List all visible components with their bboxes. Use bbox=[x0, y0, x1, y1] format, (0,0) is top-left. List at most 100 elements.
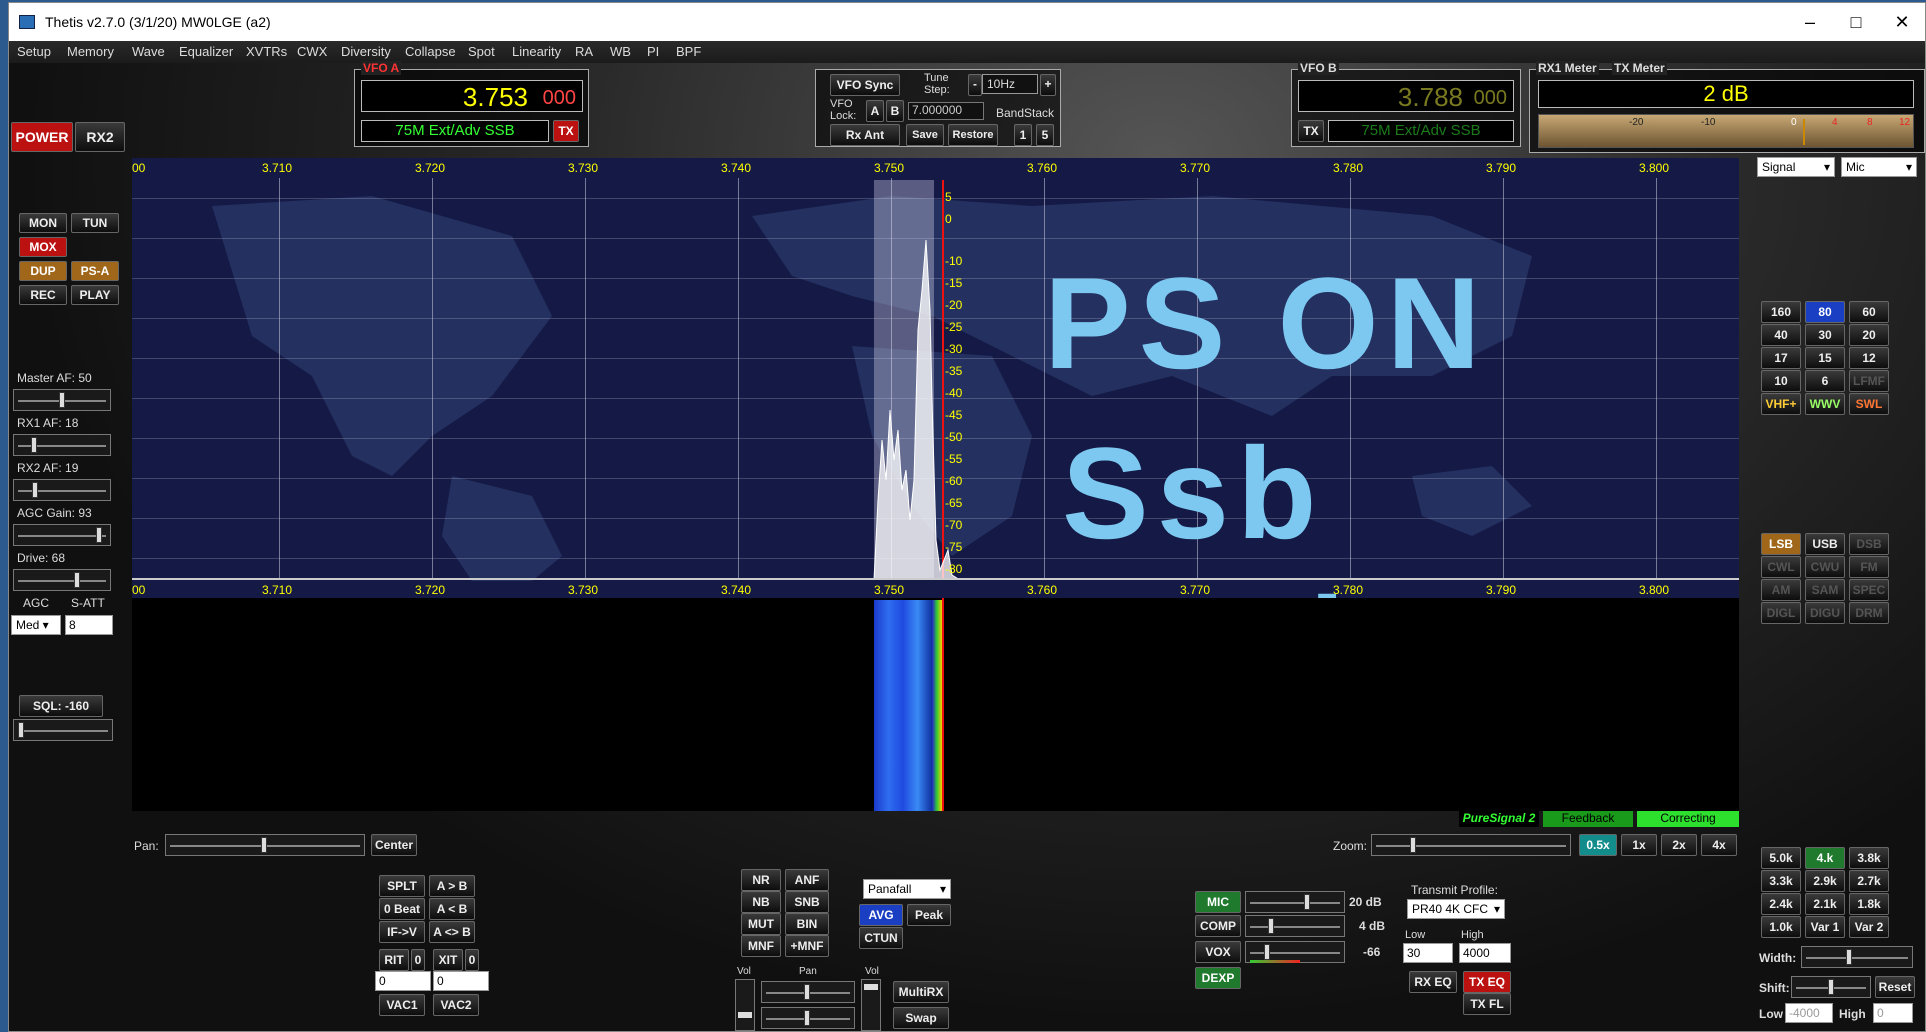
master-af-thumb[interactable] bbox=[59, 392, 65, 408]
rx1-vol-slider[interactable] bbox=[735, 979, 755, 1031]
zero-beat-button[interactable]: 0 Beat bbox=[379, 898, 425, 920]
mode-usb-button[interactable]: USB bbox=[1805, 533, 1845, 555]
mode-digu-button[interactable]: DIGU bbox=[1805, 602, 1845, 624]
width-thumb[interactable] bbox=[1846, 949, 1852, 965]
vox-button[interactable]: VOX bbox=[1195, 941, 1241, 963]
zoom-1x-button[interactable]: 1x bbox=[1621, 834, 1657, 856]
vfo-sync-button[interactable]: VFO Sync bbox=[830, 74, 900, 96]
master-af-slider[interactable] bbox=[13, 389, 111, 411]
rx2-vol-thumb[interactable] bbox=[864, 984, 878, 990]
mode-fm-button[interactable]: FM bbox=[1849, 556, 1889, 578]
close-icon[interactable]: ✕ bbox=[1879, 3, 1925, 41]
lock-b-button[interactable]: B bbox=[886, 100, 904, 122]
shift-thumb[interactable] bbox=[1828, 979, 1834, 995]
vfo-b-tx-button[interactable]: TX bbox=[1298, 120, 1324, 142]
vox-slider[interactable] bbox=[1245, 941, 1345, 963]
bandstack-5-button[interactable]: 5 bbox=[1036, 124, 1054, 146]
vac2-button[interactable]: VAC2 bbox=[433, 994, 479, 1016]
rx2-pan-slider[interactable] bbox=[761, 1007, 855, 1029]
band-6-button[interactable]: 6 bbox=[1805, 370, 1845, 392]
vox-thumb[interactable] bbox=[1264, 944, 1270, 960]
rx2-vol-slider[interactable] bbox=[861, 979, 881, 1031]
filter-5k-button[interactable]: 5.0k bbox=[1761, 847, 1801, 869]
mode-cwu-button[interactable]: CWU bbox=[1805, 556, 1845, 578]
plus-mnf-button[interactable]: +MNF bbox=[785, 935, 829, 957]
step-up-button[interactable]: + bbox=[1040, 74, 1056, 96]
zoom-05x-button[interactable]: 0.5x bbox=[1579, 834, 1617, 856]
nr-button[interactable]: NR bbox=[741, 869, 781, 891]
sql-thumb[interactable] bbox=[18, 722, 24, 738]
filter-var2-button[interactable]: Var 2 bbox=[1849, 916, 1889, 938]
mox-button[interactable]: MOX bbox=[19, 237, 67, 257]
bandstack-1-button[interactable]: 1 bbox=[1014, 124, 1032, 146]
step-down-button[interactable]: - bbox=[968, 74, 982, 96]
vfo-a-display[interactable]: 3.753 000 bbox=[361, 80, 583, 112]
band-30-button[interactable]: 30 bbox=[1805, 324, 1845, 346]
dexp-button[interactable]: DEXP bbox=[1195, 967, 1241, 989]
tun-button[interactable]: TUN bbox=[71, 213, 119, 233]
minimize-icon[interactable]: – bbox=[1787, 3, 1833, 41]
drive-slider[interactable] bbox=[13, 569, 111, 591]
menu-linearity[interactable]: Linearity bbox=[512, 44, 561, 59]
mode-dsb-button[interactable]: DSB bbox=[1849, 533, 1889, 555]
panadapter[interactable]: 00 3.710 3.720 3.730 3.740 3.750 3.760 3… bbox=[132, 158, 1739, 598]
rit-button[interactable]: RIT bbox=[379, 949, 409, 971]
filter-low-spinner[interactable]: -4000 bbox=[1785, 1003, 1833, 1023]
band-15-button[interactable]: 15 bbox=[1805, 347, 1845, 369]
lock-freq-field[interactable]: 7.000000 bbox=[908, 102, 984, 120]
filter-29k-button[interactable]: 2.9k bbox=[1805, 870, 1845, 892]
mode-am-button[interactable]: AM bbox=[1761, 579, 1801, 601]
mon-button[interactable]: MON bbox=[19, 213, 67, 233]
avg-button[interactable]: AVG bbox=[859, 904, 903, 926]
shift-reset-button[interactable]: Reset bbox=[1875, 976, 1915, 998]
menu-diversity[interactable]: Diversity bbox=[341, 44, 391, 59]
rx1-af-thumb[interactable] bbox=[31, 437, 38, 453]
mic-button[interactable]: MIC bbox=[1195, 891, 1241, 913]
xit-button[interactable]: XIT bbox=[433, 949, 463, 971]
ctun-button[interactable]: CTUN bbox=[859, 927, 903, 949]
menu-xvtrs[interactable]: XVTRs bbox=[246, 44, 287, 59]
maximize-icon[interactable]: □ bbox=[1833, 3, 1879, 41]
width-slider[interactable] bbox=[1801, 946, 1913, 968]
tx-eq-button[interactable]: TX EQ bbox=[1463, 971, 1511, 993]
sql-button[interactable]: SQL: -160 bbox=[19, 695, 103, 717]
split-button[interactable]: SPLT bbox=[379, 875, 425, 897]
menu-spot[interactable]: Spot bbox=[468, 44, 495, 59]
anf-button[interactable]: ANF bbox=[785, 869, 829, 891]
menu-equalizer[interactable]: Equalizer bbox=[179, 44, 233, 59]
shift-slider[interactable] bbox=[1791, 976, 1871, 998]
menu-setup[interactable]: Setup bbox=[17, 44, 51, 59]
peak-button[interactable]: Peak bbox=[907, 904, 951, 926]
sql-slider[interactable] bbox=[13, 719, 113, 741]
nb-button[interactable]: NB bbox=[741, 891, 781, 913]
rx2-af-thumb[interactable] bbox=[32, 482, 39, 498]
display-mode-select[interactable]: Panafall ▾ bbox=[863, 879, 951, 899]
transmit-profile-select[interactable]: PR40 4K CFC ▾ bbox=[1407, 899, 1505, 919]
filter-4k-button[interactable]: 4.k bbox=[1805, 847, 1845, 869]
tx-fl-button[interactable]: TX FL bbox=[1463, 993, 1511, 1015]
tx-low-spinner[interactable]: 30 bbox=[1403, 943, 1453, 963]
vfo-a-tx-button[interactable]: TX bbox=[553, 120, 579, 142]
save-button[interactable]: Save bbox=[906, 124, 944, 146]
waterfall[interactable] bbox=[132, 598, 1739, 811]
tx-high-spinner[interactable]: 4000 bbox=[1459, 943, 1511, 963]
menu-wave[interactable]: Wave bbox=[132, 44, 165, 59]
menu-pi[interactable]: PI bbox=[647, 44, 659, 59]
meter-signal-select[interactable]: Signal ▾ bbox=[1757, 157, 1835, 177]
menu-collapse[interactable]: Collapse bbox=[405, 44, 456, 59]
xit-clear-button[interactable]: 0 bbox=[465, 949, 479, 971]
menu-ra[interactable]: RA bbox=[575, 44, 593, 59]
if-to-v-button[interactable]: IF->V bbox=[379, 921, 425, 943]
restore-button[interactable]: Restore bbox=[948, 124, 998, 146]
xit-spinner[interactable]: 0 bbox=[433, 971, 489, 991]
lock-a-button[interactable]: A bbox=[866, 100, 884, 122]
mnf-button[interactable]: MNF bbox=[741, 935, 781, 957]
center-button[interactable]: Center bbox=[371, 834, 417, 856]
vfo-b-display[interactable]: 3.788 000 bbox=[1298, 80, 1514, 112]
mode-digl-button[interactable]: DIGL bbox=[1761, 602, 1801, 624]
ps-a-button[interactable]: PS-A bbox=[71, 261, 119, 281]
filter-10k-button[interactable]: 1.0k bbox=[1761, 916, 1801, 938]
swap-button[interactable]: Swap bbox=[893, 1007, 949, 1029]
menu-wb[interactable]: WB bbox=[610, 44, 631, 59]
band-17-button[interactable]: 17 bbox=[1761, 347, 1801, 369]
